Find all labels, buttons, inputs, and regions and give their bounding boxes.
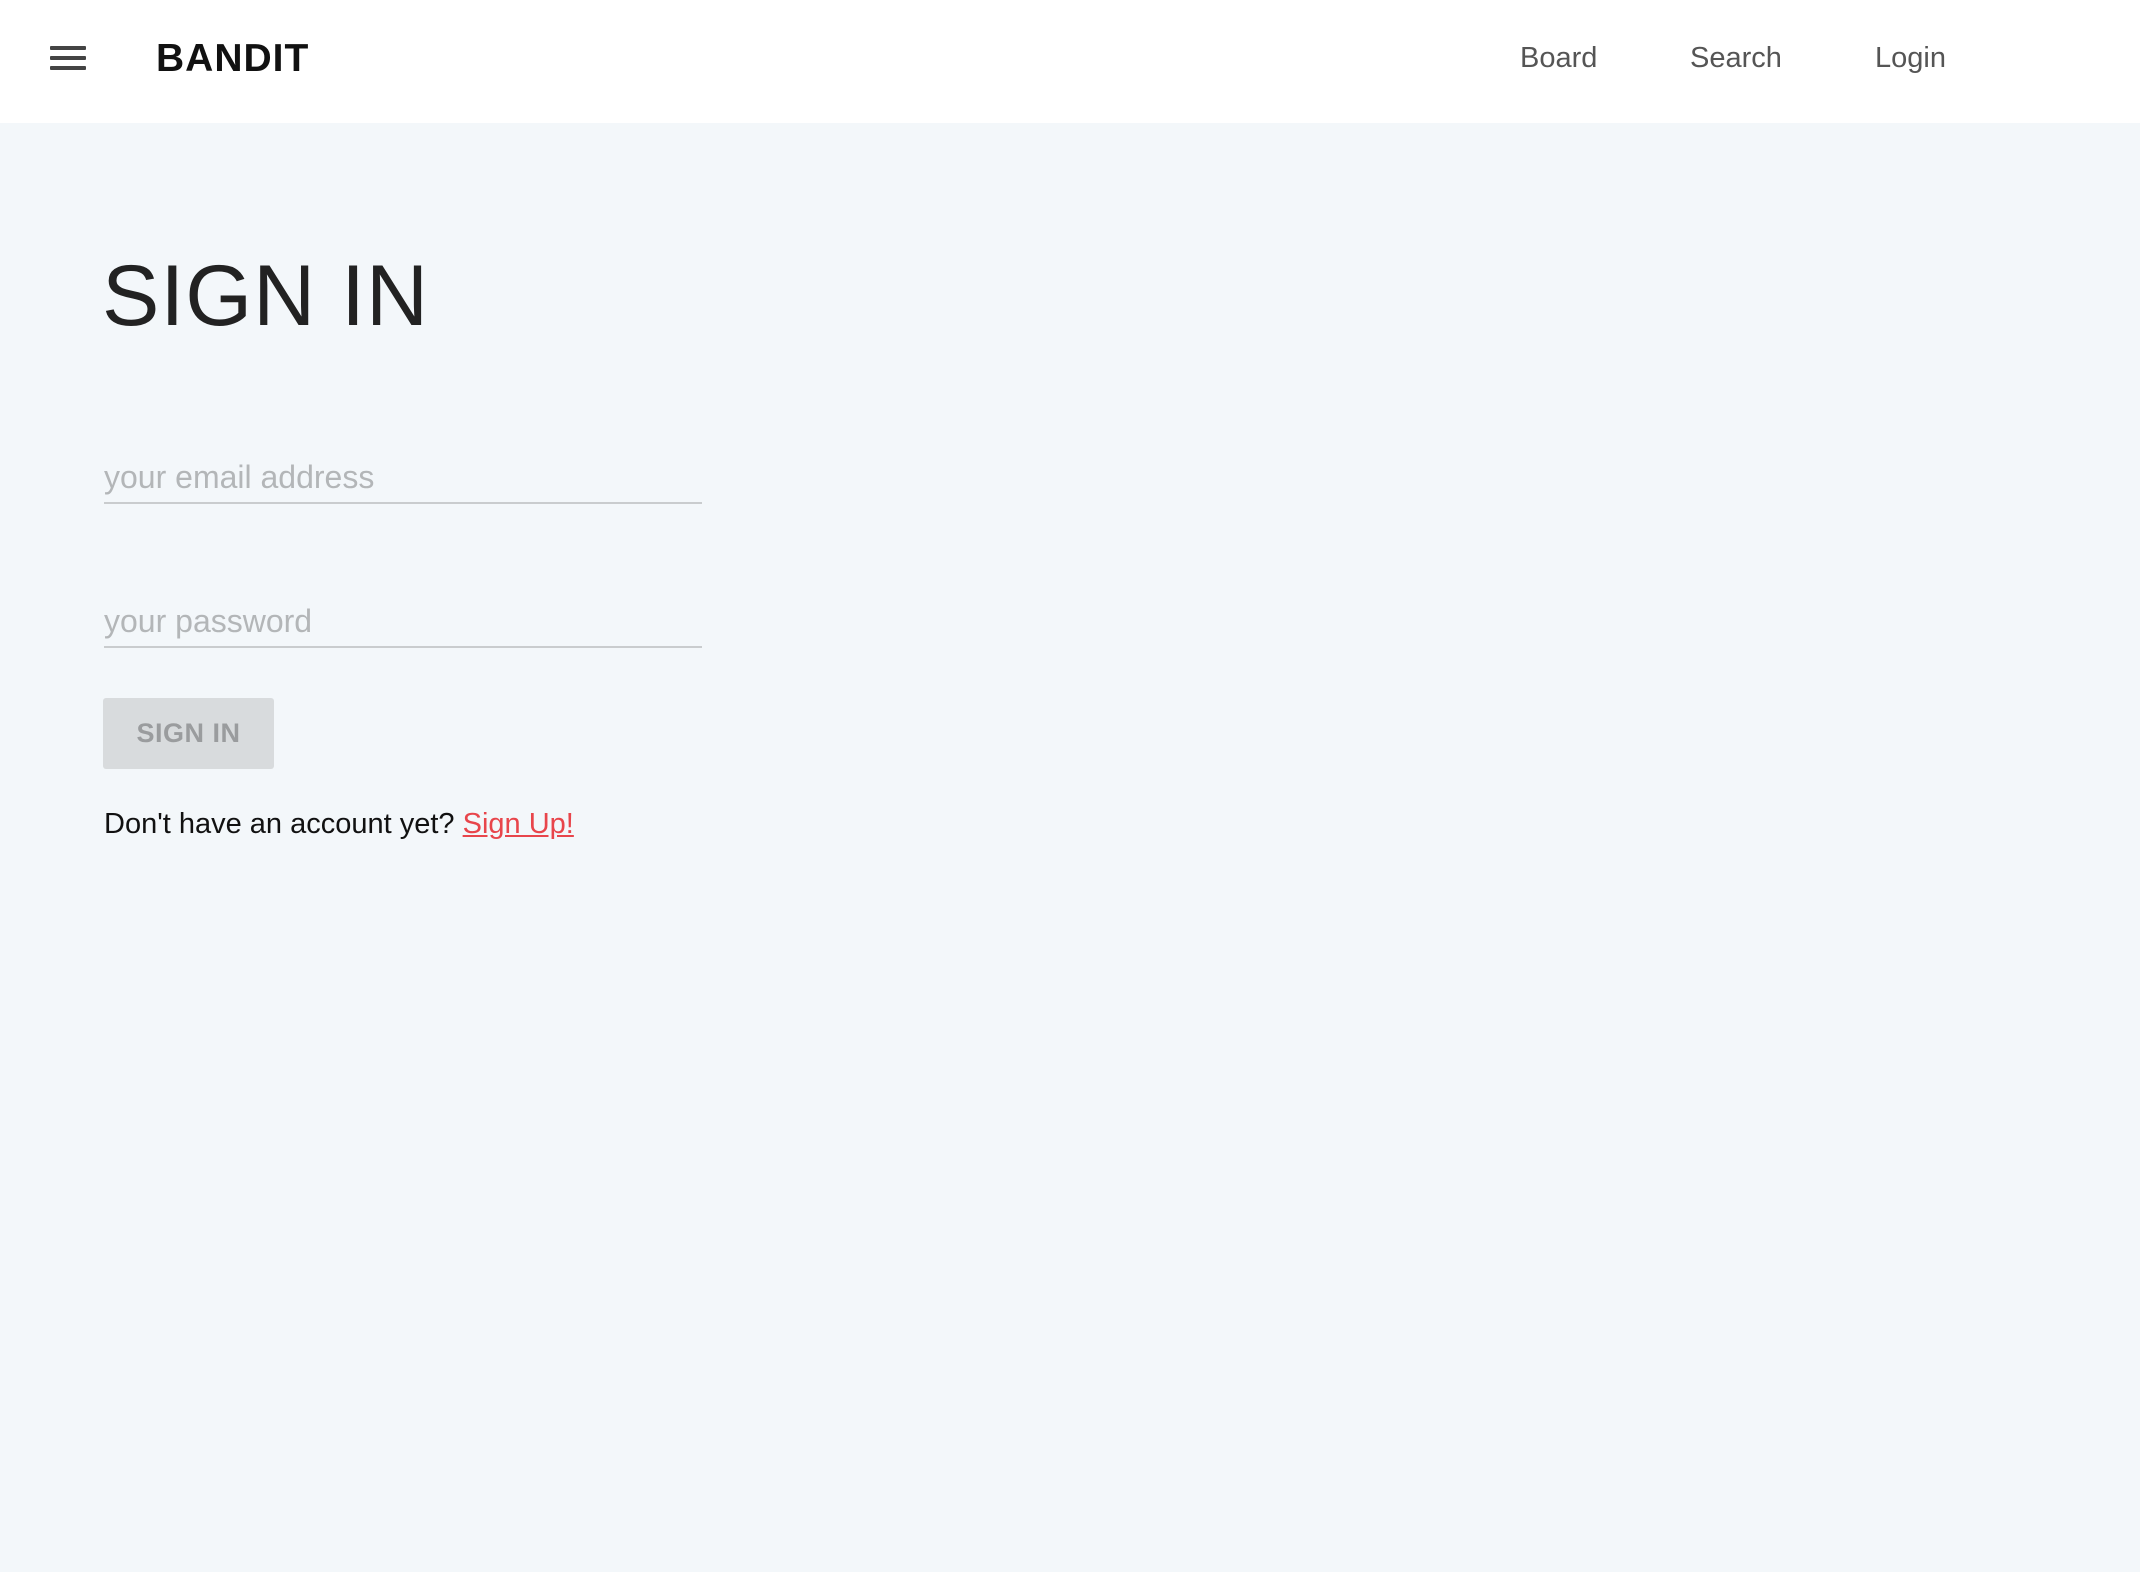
nav-link-board[interactable]: Board xyxy=(1520,36,1597,80)
signup-prompt-line: Don't have an account yet? Sign Up! xyxy=(104,804,574,844)
nav-link-search[interactable]: Search xyxy=(1690,36,1782,80)
nav-link-login[interactable]: Login xyxy=(1875,36,1946,80)
top-navigation-bar: BANDIT Board Search Login xyxy=(0,0,2140,123)
menu-line xyxy=(50,46,86,50)
sign-in-button[interactable]: SIGN IN xyxy=(103,698,274,769)
page-title: SIGN IN xyxy=(102,248,430,344)
brand-logo[interactable]: BANDIT xyxy=(156,34,309,84)
email-field[interactable] xyxy=(104,452,702,504)
signup-prompt-text: Don't have an account yet? xyxy=(104,808,455,840)
hamburger-menu-icon[interactable] xyxy=(46,42,90,76)
menu-line xyxy=(50,56,86,60)
password-field[interactable] xyxy=(104,596,702,648)
sign-up-link[interactable]: Sign Up! xyxy=(463,808,574,840)
menu-line xyxy=(50,66,86,70)
